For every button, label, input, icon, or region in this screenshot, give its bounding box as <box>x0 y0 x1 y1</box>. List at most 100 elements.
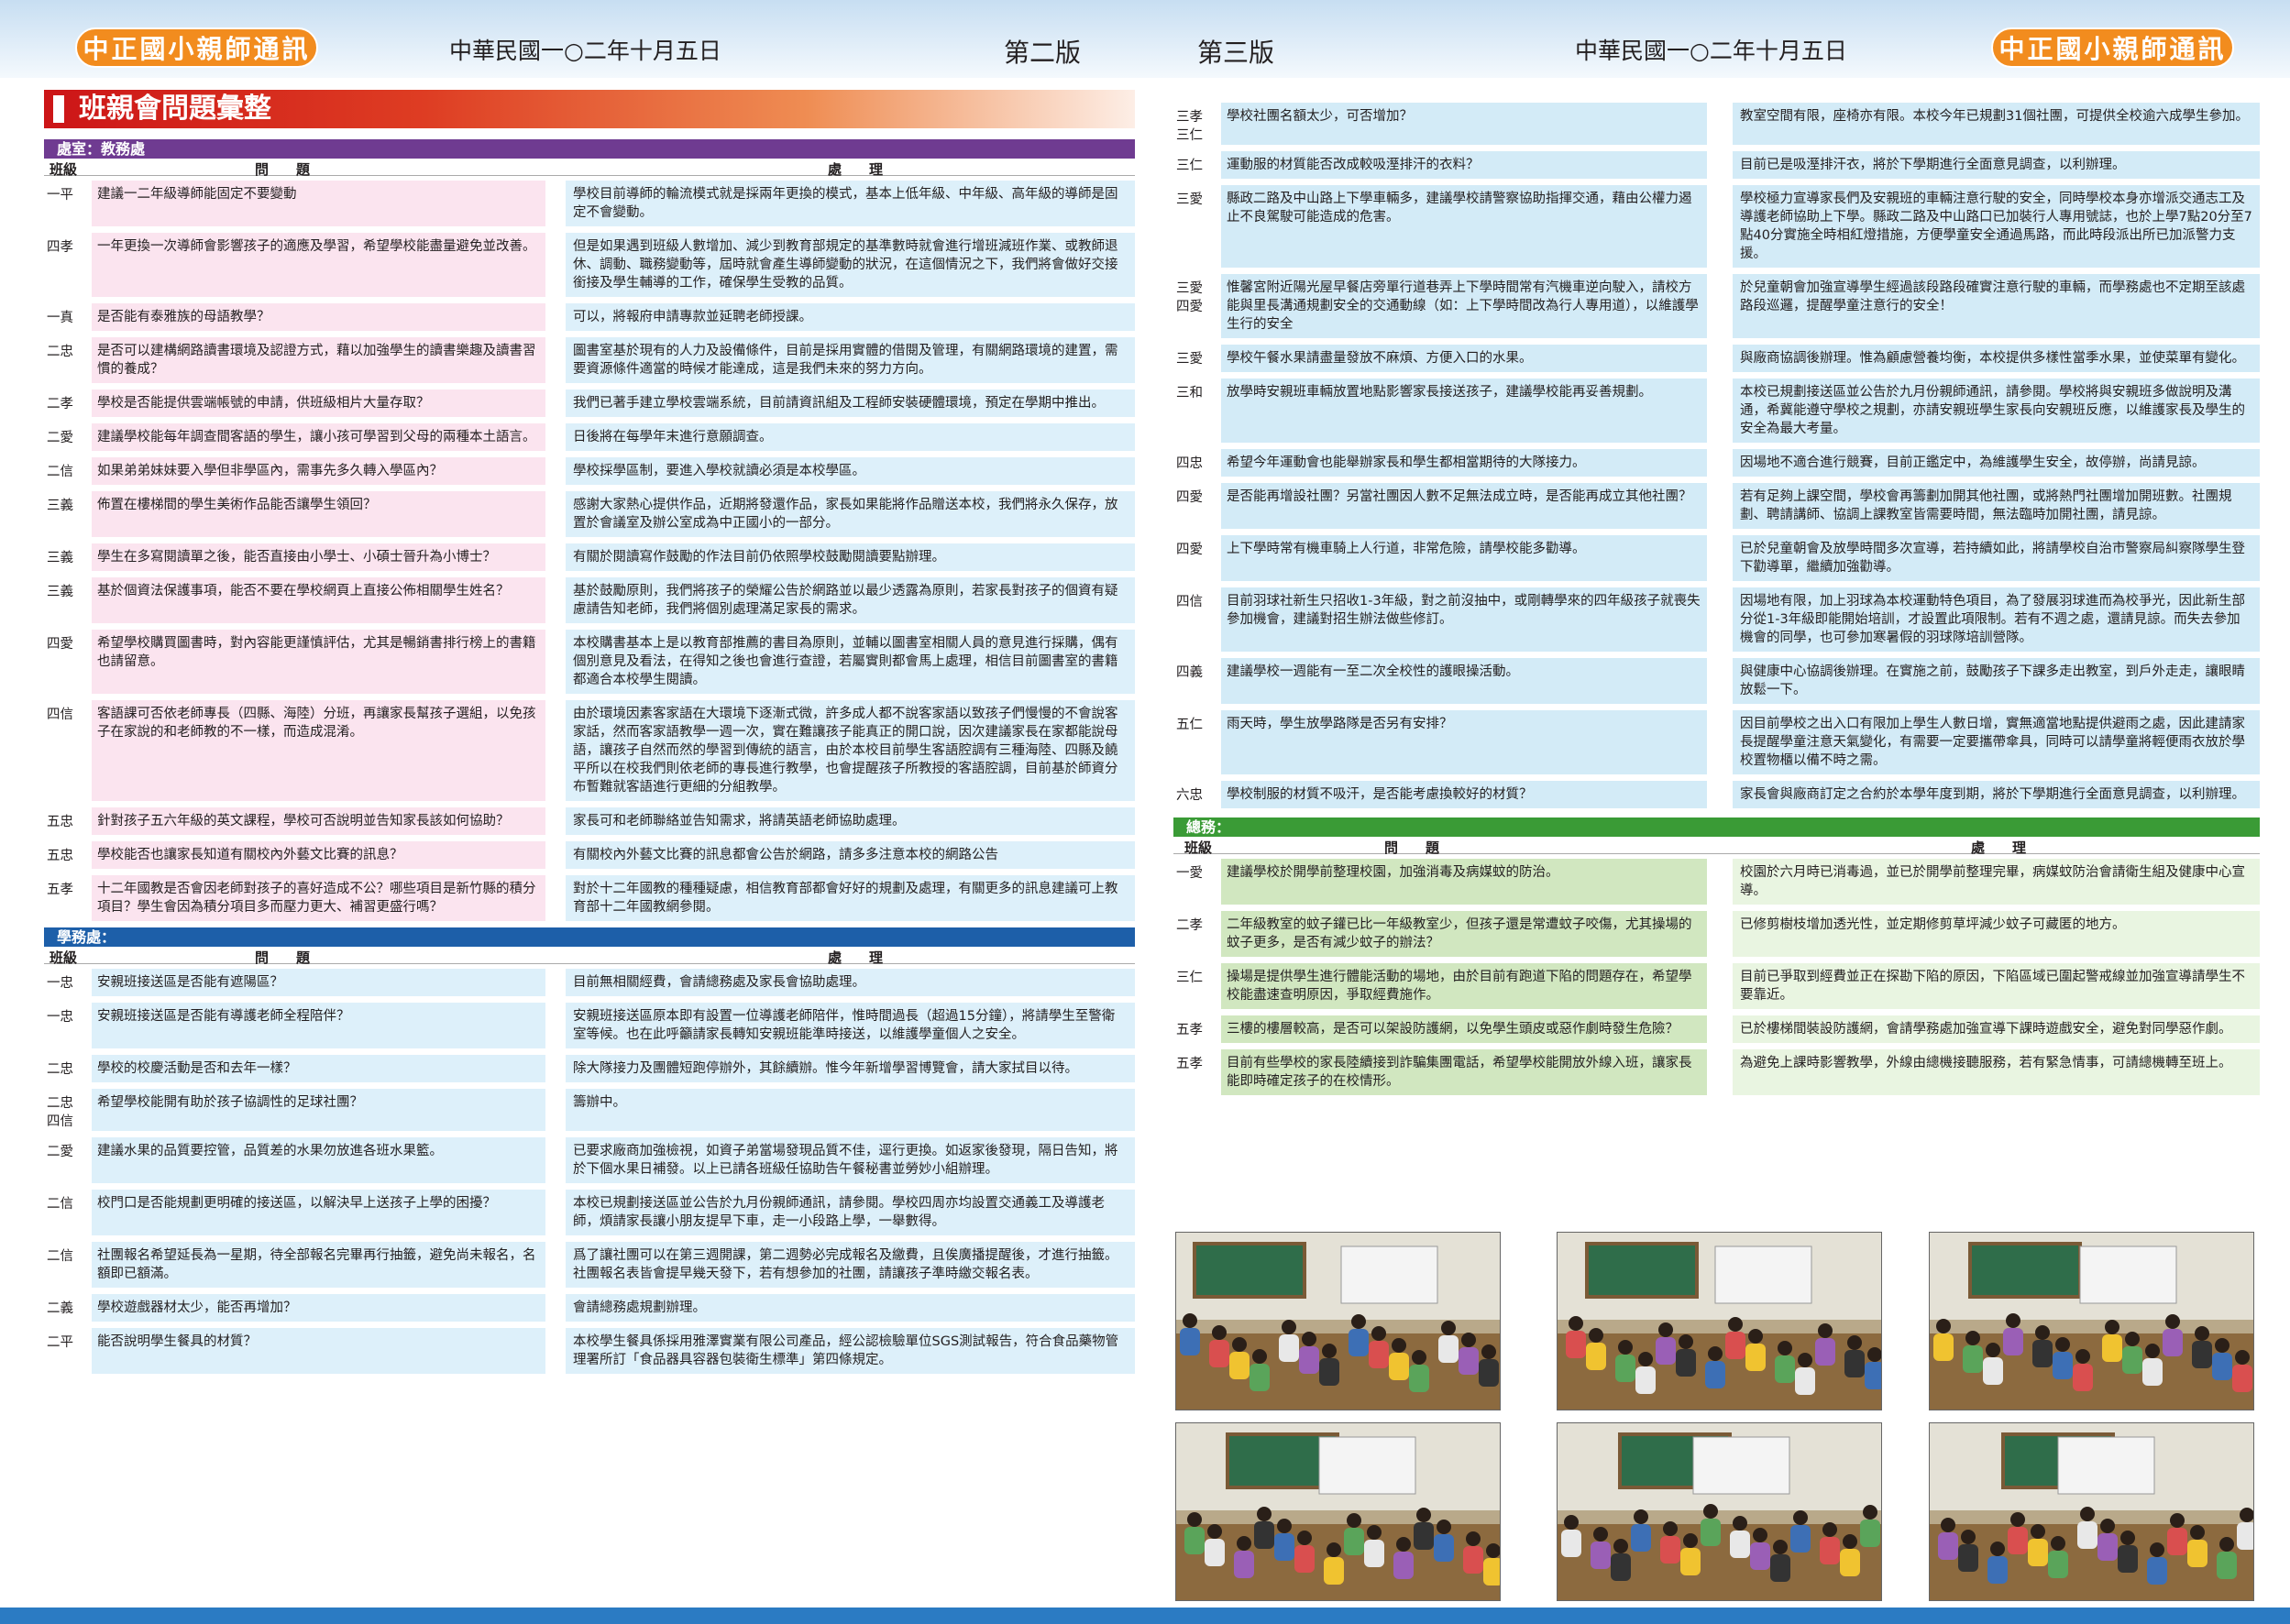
row-question: 安親班接送區是否能有遮陽區？ <box>92 969 545 996</box>
table-row: 二愛 建議水果的品質要控管，品質差的水果勿放進各班水果籃。 已要求廠商加強檢視，如資… <box>44 1137 1135 1183</box>
col-class: 班級 <box>50 161 78 178</box>
table-row: 三和 放學時安親班車輛放置地點影響家長接送孩子，建議學校能再妥善規劃。 本校已規劃接… <box>1173 379 2260 443</box>
table-row: 一真 是否能有泰雅族的母語教學？ 可以，將報府申請專款並延聘老師授課。 <box>44 303 1135 331</box>
page-header-background <box>0 0 2290 78</box>
row-answer: 目前已是吸溼排汗衣，將於下學期進行全面意見調查，以利辦理。 <box>1733 151 2260 179</box>
row-answer: 圖書室基於現有的人力及設備條件，目前是採用實體的借閱及管理，有關網路環境的建置，… <box>566 337 1135 383</box>
row-question: 目前羽球社新生只招收1-3年級，對之前沒抽中，或剛轉學來的四年級孩子就喪失參加機… <box>1221 587 1707 652</box>
row-class: 三仁 <box>1176 159 1203 173</box>
row-question: 雨天時，學生放學路隊是否另有安排？ <box>1221 710 1707 774</box>
table-row: 四信 目前羽球社新生只招收1-3年級，對之前沒抽中，或剛轉學來的四年級孩子就喪失參… <box>1173 587 2260 652</box>
row-answer: 因場地有限，加上羽球為本校運動特色項目，為了發展羽球進而為校爭光，因此新生部分從… <box>1733 587 2260 652</box>
table-row: 三孝 三仁 學校社團名額太少，可否增加？ 教室空間有限，座椅亦有限。本校今年已規劃3… <box>1173 103 2260 145</box>
row-question: 學校的校慶活動是否和去年一樣？ <box>92 1055 545 1082</box>
table-row: 一平 建議一二年級導師能固定不要變動 學校目前導師的輪流模式就是採兩年更換的模式，基… <box>44 181 1135 226</box>
classroom-photo-3 <box>1929 1232 2254 1410</box>
newsletter-badge-left: 中正國小親師通訊 <box>75 27 318 68</box>
table-row: 三愛 四愛 惟馨宮附近陽光屋早餐店旁單行道巷弄上下學時間常有汽機車逆向駛入，請校方… <box>1173 274 2260 338</box>
row-question: 希望今年運動會也能舉辦家長和學生都相當期待的大隊接力。 <box>1221 449 1707 477</box>
row-answer: 目前已爭取到經費並正在探勘下陷的原因，下陷區域已圍起警戒線並加強宣導請學生不要靠… <box>1733 963 2260 1009</box>
table-row: 一愛 建議學校於開學前整理校園，加強消毒及病媒蚊的防治。 校園於六月時已消毒過，並已… <box>1173 859 2260 905</box>
row-class: 二愛 <box>47 1145 73 1159</box>
row-answer: 與健康中心協調後辦理。在實施之前，鼓勵孩子下課多走出教室，到戶外走走，讓眼睛放鬆… <box>1733 658 2260 704</box>
row-class: 一忠 <box>47 1010 73 1025</box>
row-question: 是否能再增設社團？另當社團因人數不足無法成立時，是否能再成立其他社團？ <box>1221 483 1707 529</box>
row-answer: 已於樓梯間裝設防護網，會請學務處加強宣導下課時遊戲安全，避免對同學惡作劇。 <box>1733 1015 2260 1043</box>
row-answer: 籌辦中。 <box>566 1089 1135 1131</box>
row-question: 能否說明學生餐具的材質？ <box>92 1328 545 1374</box>
row-answer: 本校學生餐具係採用雅澤實業有限公司產品，經公認檢驗單位SGS測試報告，符合食品藥… <box>566 1328 1135 1374</box>
academic-rows: 一平 建議一二年級導師能固定不要變動 學校目前導師的輪流模式就是採兩年更換的模式，基… <box>44 181 1135 921</box>
table-row: 三義 佈置在樓梯間的學生美術作品能否讓學生領回？ 感謝大家熱心提供作品，近期將發還作… <box>44 491 1135 537</box>
row-class: 四信 <box>1176 595 1203 609</box>
table-row: 二平 能否說明學生餐具的材質？ 本校學生餐具係採用雅澤實業有限公司產品，經公認檢驗單… <box>44 1328 1135 1374</box>
dept-header-academic: 處室：教務處 <box>44 139 1135 159</box>
student-rows-continued: 三孝 三仁 學校社團名額太少，可否增加？ 教室空間有限，座椅亦有限。本校今年已規劃3… <box>1173 103 2260 808</box>
row-answer: 學校極力宣導家長們及安親班的車輛注意行駛的安全，同時學校本身亦增派交通志工及導護… <box>1733 185 2260 268</box>
column-headers-academic: 班級 問 題 處 理 <box>44 159 1135 178</box>
row-answer: 對於十二年國教的種種疑慮，相信教育部都會好好的規劃及處理，有關更多的訊息建議可上… <box>566 875 1135 921</box>
row-question: 學校能否也讓家長知道有關校內外藝文比賽的訊息？ <box>92 841 545 869</box>
col-answer: 處 理 <box>828 949 884 966</box>
row-answer: 與廠商協調後辦理。惟為顧慮營養均衡，本校提供多樣性當季水果，並使菜單有變化。 <box>1733 345 2260 372</box>
row-answer: 教室空間有限，座椅亦有限。本校今年已規劃31個社團，可提供全校逾六成學生參加。 <box>1733 103 2260 145</box>
table-row: 四信 客語課可否依老師專長（四縣、海陸）分班，再讓家長幫孩子選組，以免孩子在家說的… <box>44 700 1135 801</box>
col-class: 班級 <box>1184 839 1213 856</box>
row-answer: 學校採學區制，要進入學校就讀必須是本校學區。 <box>566 457 1135 485</box>
row-answer: 可以，將報府申請專款並延聘老師授課。 <box>566 303 1135 331</box>
row-answer: 會請總務處規劃辦理。 <box>566 1294 1135 1322</box>
row-question: 建議一二年級導師能固定不要變動 <box>92 181 545 226</box>
row-question: 希望學校能開有助於孩子協調性的足球社團？ <box>92 1089 545 1131</box>
row-answer: 已要求廠商加強檢視，如資子弟當場發現品質不佳，逕行更換。如返家後發現，隔日告知，… <box>566 1137 1135 1183</box>
row-class: 二忠 <box>47 1062 73 1077</box>
row-question: 惟馨宮附近陽光屋早餐店旁單行道巷弄上下學時間常有汽機車逆向駛入，請校方能與里長溝… <box>1221 274 1707 338</box>
row-question: 校門口是否能規劃更明確的接送區，以解決早上送孩子上學的困擾？ <box>92 1190 545 1235</box>
row-answer: 因場地不適合進行競賽，目前正鑑定中，為維護學生安全，故停辦，尚請見諒。 <box>1733 449 2260 477</box>
table-row: 六忠 學校制服的材質不吸汗，是否能考慮換較好的材質？ 家長會與廠商訂定之合約於本學年… <box>1173 781 2260 808</box>
row-class: 四愛 <box>47 637 73 652</box>
column-headers-general: 班級 問 題 處 理 <box>1173 837 2260 856</box>
table-row: 一忠 安親班接送區是否能有導護老師全程陪伴？ 安親班接送區原本即有設置一位導護老師陪… <box>44 1003 1135 1048</box>
row-question: 是否能有泰雅族的母語教學？ <box>92 303 545 331</box>
row-answer: 本校購書基本上是以教育部推薦的書目為原則，並輔以圖書室相關人員的意見進行採購，偶… <box>566 630 1135 694</box>
row-class: 二忠 <box>47 345 73 359</box>
table-row: 三仁 操場是提供學生進行體能活動的場地，由於目前有跑道下陷的問題存在，希望學校能盡… <box>1173 963 2260 1009</box>
table-row: 二愛 建議學校能每年調查間客語的學生，讓小孩可學習到父母的兩種本土語言。 日後將在每… <box>44 423 1135 451</box>
row-class: 五孝 <box>47 883 73 897</box>
table-row: 四義 建議學校一週能有一至二次全校性的護眼操活動。 與健康中心協調後辦理。在實施之前… <box>1173 658 2260 704</box>
row-answer: 除大隊接力及團體短跑停辦外，其餘續辦。惟今年新增學習博覽會，請大家拭目以待。 <box>566 1055 1135 1082</box>
row-answer: 爲了讓社團可以在第三週開課，第二週勢必完成報名及繳費，且俟廣播提醒後，才進行抽籤… <box>566 1242 1135 1288</box>
table-row: 二忠 四信 希望學校能開有助於孩子協調性的足球社團？ 籌辦中。 <box>44 1089 1135 1131</box>
table-row: 五孝 十二年國教是否會因老師對孩子的喜好造成不公？哪些項目是新竹縣的積分項目？學生… <box>44 875 1135 921</box>
page-bottom-bar <box>0 1608 2290 1624</box>
right-page: 三孝 三仁 學校社團名額太少，可否增加？ 教室空間有限，座椅亦有限。本校今年已規劃3… <box>1173 103 2260 1102</box>
table-row: 五忠 針對孩子五六年級的英文課程，學校可否說明並告知家長該如何協助？ 家長可和老師聯… <box>44 807 1135 835</box>
col-question: 問 題 <box>255 949 311 966</box>
row-class: 三義 <box>47 499 73 513</box>
table-row: 三仁 運動服的材質能否改成較吸溼排汗的衣料？ 目前已是吸溼排汗衣，將於下學期進行全面… <box>1173 151 2260 179</box>
row-class: 三仁 <box>1176 971 1203 985</box>
table-row: 二信 如果弟弟妹妹要入學但非學區內，需事先多久轉入學區內？ 學校採學區制，要進入學校… <box>44 457 1135 485</box>
row-answer: 於兒童朝會加強宣導學生經過該段路段確實注意行駛的車輛，而學務處也不定期至該處路段… <box>1733 274 2260 338</box>
row-class: 四義 <box>1176 665 1203 680</box>
row-answer: 學校目前導師的輪流模式就是採兩年更換的模式，基本上低年級、中年級、高年級的導師是… <box>566 181 1135 226</box>
row-answer: 基於鼓勵原則，我們將孩子的榮耀公告於網路並以最少透露為原則，若家長對孩子的個資有… <box>566 577 1135 623</box>
row-answer: 已修剪樹枝增加透光性，並定期修剪草坪減少蚊子可藏匿的地方。 <box>1733 911 2260 957</box>
row-class: 四愛 <box>1176 490 1203 505</box>
row-class: 五孝 <box>1176 1057 1203 1071</box>
row-question: 建議學校能每年調查間客語的學生，讓小孩可學習到父母的兩種本土語言。 <box>92 423 545 451</box>
dept-header-student: 學務處： <box>44 927 1135 947</box>
row-question: 建議學校一週能有一至二次全校性的護眼操活動。 <box>1221 658 1707 704</box>
row-answer: 有關校內外藝文比賽的訊息都會公告於網路，請多多注意本校的網路公告 <box>566 841 1135 869</box>
row-question: 放學時安親班車輛放置地點影響家長接送孩子，建議學校能再妥善規劃。 <box>1221 379 1707 443</box>
table-row: 五孝 目前有些學校的家長陸續接到詐騙集團電話，希望學校能開放外線入班，讓家長能即時… <box>1173 1049 2260 1095</box>
row-question: 學校遊戲器材太少，能否再增加？ <box>92 1294 545 1322</box>
row-class: 六忠 <box>1176 788 1203 803</box>
row-question: 縣政二路及中山路上下學車輛多，建議學校請警察協助指揮交通，藉由公權力遏止不良駕駛… <box>1221 185 1707 268</box>
classroom-photo-2 <box>1557 1232 1882 1410</box>
row-answer: 家長會與廠商訂定之合約於本學年度到期，將於下學期進行全面意見調查，以利辦理。 <box>1733 781 2260 808</box>
column-headers-student: 班級 問 題 處 理 <box>44 947 1135 966</box>
table-row: 四忠 希望今年運動會也能舉辦家長和學生都相當期待的大隊接力。 因場地不適合進行競賽，… <box>1173 449 2260 477</box>
row-class: 二忠 四信 <box>47 1096 73 1129</box>
row-answer: 若有足夠上課空間，學校會再籌劃加開其他社團，或將熱門社團增加開班數。社團規劃、聘… <box>1733 483 2260 529</box>
